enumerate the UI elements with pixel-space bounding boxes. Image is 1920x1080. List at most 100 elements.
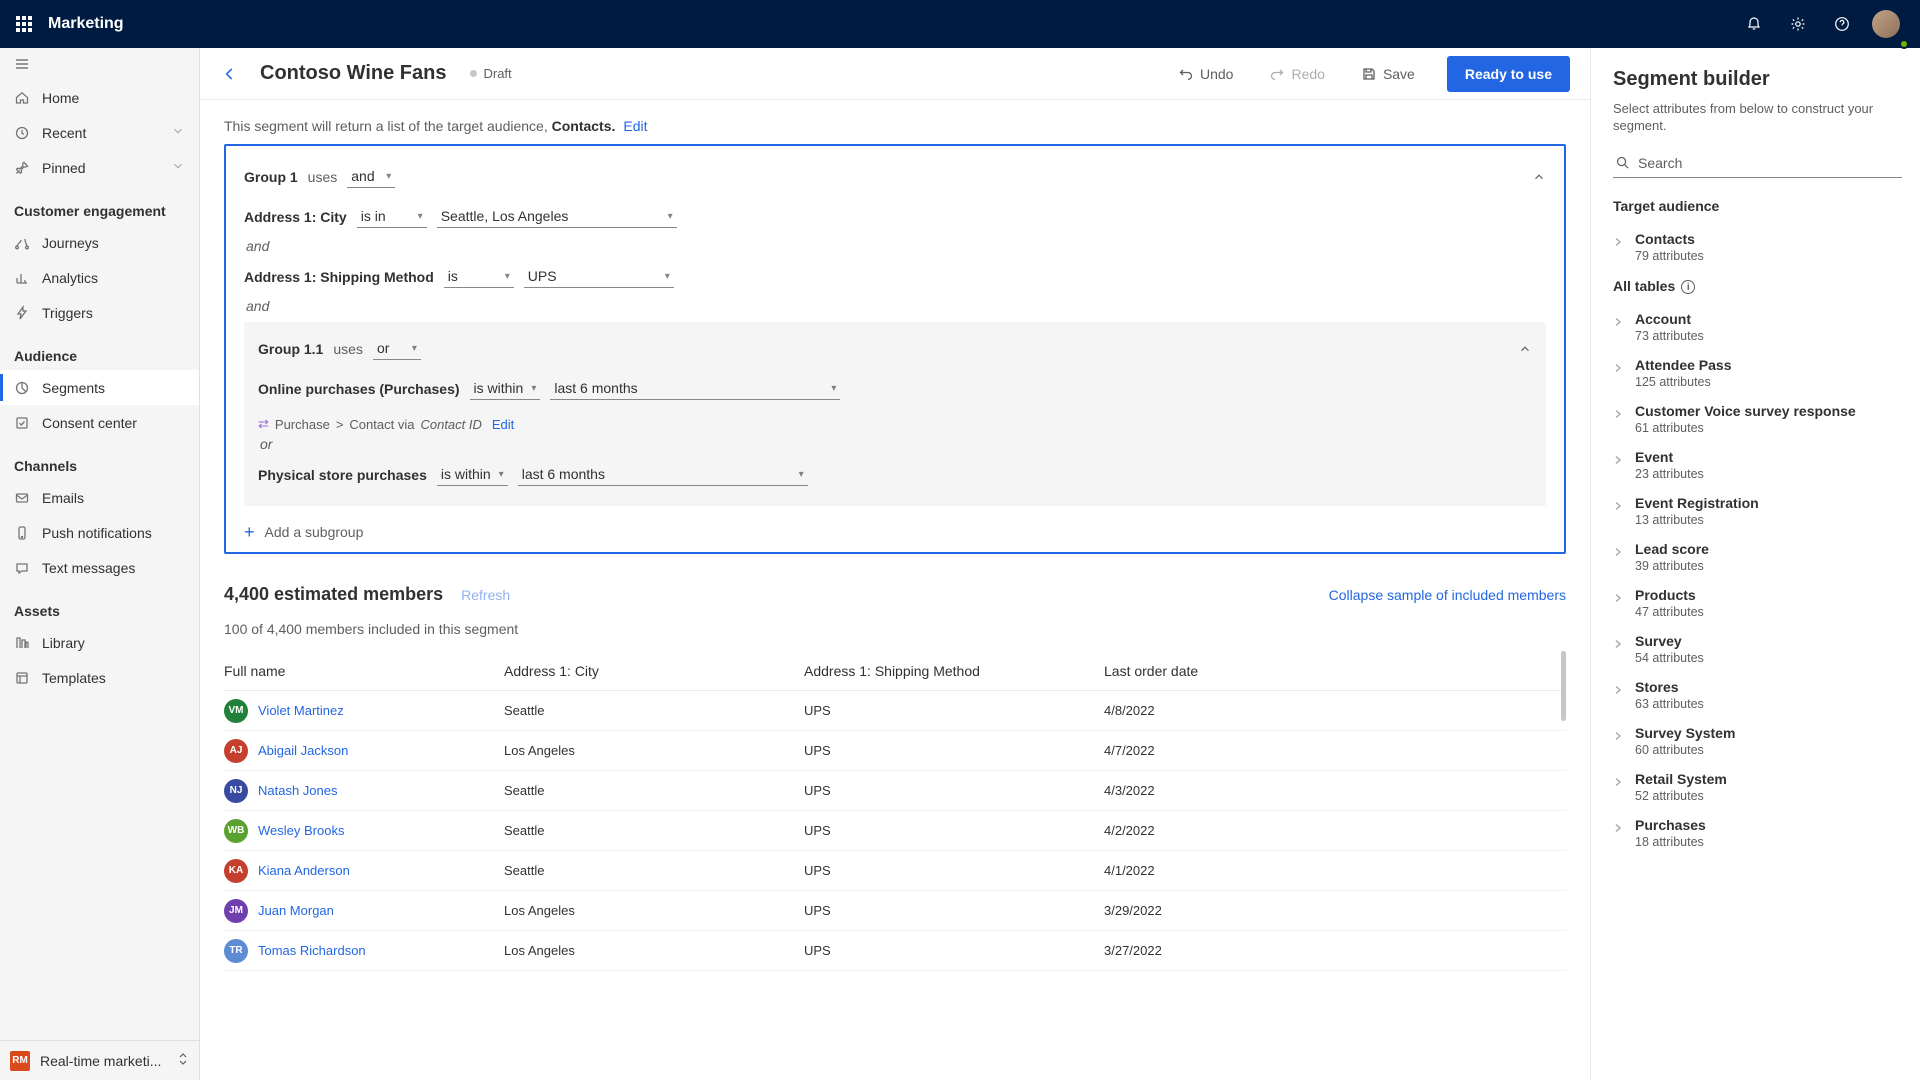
edit-path-link[interactable]: Edit: [492, 417, 514, 432]
group-operator-dropdown[interactable]: and▾: [347, 166, 395, 188]
tree-item[interactable]: Event Registration13 attributes: [1613, 488, 1902, 534]
nav-home[interactable]: Home: [0, 80, 199, 115]
tree-item[interactable]: Lead score39 attributes: [1613, 534, 1902, 580]
col-fullname[interactable]: Full name: [224, 663, 504, 679]
hamburger-button[interactable]: [0, 48, 199, 80]
results-panel: 4,400 estimated members Refresh Collapse…: [200, 574, 1590, 971]
collapse-group-button[interactable]: [1532, 170, 1546, 184]
tree-item[interactable]: Stores63 attributes: [1613, 672, 1902, 718]
nav-section: Channels: [0, 440, 199, 480]
save-button[interactable]: Save: [1351, 58, 1425, 90]
person-avatar: VM: [224, 699, 248, 723]
nav-text[interactable]: Text messages: [0, 550, 199, 585]
nav-label: Text messages: [42, 560, 135, 576]
help-icon[interactable]: [1820, 0, 1864, 48]
builder-title: Segment builder: [1613, 68, 1902, 91]
col-city[interactable]: Address 1: City: [504, 663, 804, 679]
journey-icon: [14, 235, 30, 251]
tree-item[interactable]: Retail System52 attributes: [1613, 764, 1902, 810]
info-icon[interactable]: i: [1681, 280, 1695, 294]
nav-push[interactable]: Push notifications: [0, 515, 199, 550]
area-switcher[interactable]: RM Real-time marketi...: [0, 1040, 199, 1080]
undo-button[interactable]: Undo: [1168, 58, 1243, 90]
app-launcher-icon[interactable]: [16, 16, 32, 32]
nav-label: Templates: [42, 670, 106, 686]
nav-pinned[interactable]: Pinned: [0, 150, 199, 185]
settings-icon[interactable]: [1776, 0, 1820, 48]
nav-emails[interactable]: Emails: [0, 480, 199, 515]
area-badge: RM: [10, 1051, 30, 1071]
person-name[interactable]: Natash Jones: [258, 783, 338, 798]
nav-analytics[interactable]: Analytics: [0, 260, 199, 295]
nav-segments[interactable]: Segments: [0, 370, 199, 405]
edit-audience-link[interactable]: Edit: [623, 118, 647, 134]
collapse-sample-link[interactable]: Collapse sample of included members: [1329, 587, 1566, 603]
person-name[interactable]: Violet Martinez: [258, 703, 344, 718]
consent-icon: [14, 415, 30, 431]
table-row[interactable]: KAKiana AndersonSeattleUPS4/1/2022: [224, 851, 1566, 891]
person-name[interactable]: Kiana Anderson: [258, 863, 350, 878]
tree-item[interactable]: Event23 attributes: [1613, 442, 1902, 488]
tree-item[interactable]: Account73 attributes: [1613, 304, 1902, 350]
refresh-button[interactable]: Refresh: [461, 587, 510, 603]
col-ship[interactable]: Address 1: Shipping Method: [804, 663, 1104, 679]
page-header: Contoso Wine Fans Draft Undo Redo Save R…: [200, 48, 1590, 100]
redo-button[interactable]: Redo: [1259, 58, 1334, 90]
nav-label: Emails: [42, 490, 84, 506]
operator-dropdown[interactable]: is within▾: [437, 464, 508, 486]
operator-dropdown[interactable]: is within▾: [470, 378, 541, 400]
value-dropdown[interactable]: last 6 months▾: [550, 378, 840, 400]
collapse-subgroup-button[interactable]: [1518, 342, 1532, 356]
value-dropdown[interactable]: last 6 months▾: [518, 464, 808, 486]
table-row[interactable]: JMJuan MorganLos AngelesUPS3/29/2022: [224, 891, 1566, 931]
subgroup-operator-dropdown[interactable]: or▾: [373, 338, 421, 360]
ready-to-use-button[interactable]: Ready to use: [1447, 56, 1570, 92]
subgroup-box: Group 1.1 uses or▾ Online purchases (Pur…: [244, 322, 1546, 506]
table-scrollbar[interactable]: [1561, 651, 1566, 971]
chevron-down-icon: [171, 159, 185, 176]
table-row[interactable]: AJAbigail JacksonLos AngelesUPS4/7/2022: [224, 731, 1566, 771]
operator-dropdown[interactable]: is▾: [444, 266, 514, 288]
person-name[interactable]: Tomas Richardson: [258, 943, 366, 958]
back-button[interactable]: [216, 60, 244, 88]
table-row[interactable]: WBWesley BrooksSeattleUPS4/2/2022: [224, 811, 1566, 851]
nav-section: Assets: [0, 585, 199, 625]
tree-item-contacts[interactable]: Contacts79 attributes: [1613, 224, 1902, 270]
segments-icon: [14, 380, 30, 396]
nav-consent[interactable]: Consent center: [0, 405, 199, 440]
table-row[interactable]: VMViolet MartinezSeattleUPS4/8/2022: [224, 691, 1566, 731]
person-name[interactable]: Abigail Jackson: [258, 743, 348, 758]
search-input[interactable]: [1638, 155, 1900, 171]
nav-label: Consent center: [42, 415, 137, 431]
tree-item[interactable]: Customer Voice survey response61 attribu…: [1613, 396, 1902, 442]
value-dropdown[interactable]: UPS▾: [524, 266, 674, 288]
add-subgroup-button[interactable]: +Add a subgroup: [244, 518, 1546, 540]
tree-item[interactable]: Products47 attributes: [1613, 580, 1902, 626]
person-name[interactable]: Wesley Brooks: [258, 823, 344, 838]
target-audience-heading: Target audience: [1613, 198, 1902, 214]
user-avatar[interactable]: [1864, 0, 1908, 48]
status-badge: Draft: [470, 66, 511, 81]
nav-library[interactable]: Library: [0, 625, 199, 660]
chevron-right-icon: [1613, 682, 1625, 698]
nav-templates[interactable]: Templates: [0, 660, 199, 695]
value-dropdown[interactable]: Seattle, Los Angeles▾: [437, 206, 677, 228]
nav-journeys[interactable]: Journeys: [0, 225, 199, 260]
tree-item[interactable]: Purchases18 attributes: [1613, 810, 1902, 856]
nav-recent[interactable]: Recent: [0, 115, 199, 150]
attribute-search[interactable]: [1613, 151, 1902, 178]
chevron-right-icon: [1613, 636, 1625, 652]
notifications-icon[interactable]: [1732, 0, 1776, 48]
person-avatar: TR: [224, 939, 248, 963]
chevron-right-icon: [1613, 406, 1625, 422]
operator-dropdown[interactable]: is in▾: [357, 206, 427, 228]
tree-item[interactable]: Attendee Pass125 attributes: [1613, 350, 1902, 396]
tree-item[interactable]: Survey System60 attributes: [1613, 718, 1902, 764]
table-row[interactable]: TRTomas RichardsonLos AngelesUPS3/27/202…: [224, 931, 1566, 971]
nav-triggers[interactable]: Triggers: [0, 295, 199, 330]
table-row[interactable]: NJNatash JonesSeattleUPS4/3/2022: [224, 771, 1566, 811]
person-name[interactable]: Juan Morgan: [258, 903, 334, 918]
col-date[interactable]: Last order date: [1104, 663, 1566, 679]
global-header: Marketing: [0, 0, 1920, 48]
tree-item[interactable]: Survey54 attributes: [1613, 626, 1902, 672]
